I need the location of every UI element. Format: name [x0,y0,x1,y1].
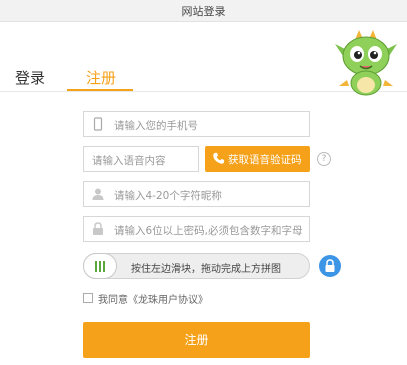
voice-code-field[interactable]: 请输入语音内容 [83,146,199,172]
nickname-field[interactable]: 请输入4-20个字符昵称 [83,181,310,207]
password-field[interactable]: 请输入6位以上密码,必须包含数字和字母 [83,216,310,242]
slider-captcha: 按住左边滑块，拖动完成上方拼图 [83,253,310,279]
lock-icon [93,222,103,235]
window-titlebar: 网站登录 [0,0,407,22]
slider-handle[interactable] [83,253,117,279]
slider-instruction: 按住左边滑块，拖动完成上方拼图 [131,264,281,275]
dragon-mascot-icon [335,30,397,96]
tab-register[interactable]: 注册 [86,67,116,88]
question-icon[interactable]: ? [317,152,331,166]
phone-field[interactable]: 请输入您的手机号 [83,111,310,137]
get-voice-code-button[interactable]: 获取语音验证码 [205,146,310,172]
agreement-text[interactable]: 我同意《龙珠用户协议》 [98,291,208,306]
register-button[interactable]: 注册 [83,322,310,358]
phone-icon [213,152,225,164]
tab-login[interactable]: 登录 [15,67,45,88]
window-title: 网站登录 [181,5,226,18]
lock-badge-icon[interactable] [319,255,341,277]
phone-outline-icon [93,117,103,131]
nickname-placeholder: 请输入4-20个字符昵称 [114,190,222,202]
password-placeholder: 请输入6位以上密码,必须包含数字和字母 [114,225,303,237]
user-icon [92,188,104,200]
slider-grip-icon [99,261,101,272]
slider-grip-icon [95,261,97,272]
agreement-checkbox[interactable] [83,293,93,303]
slider-grip-icon [103,261,105,272]
voice-code-placeholder: 请输入语音内容 [92,155,166,167]
get-voice-code-label: 获取语音验证码 [228,154,302,166]
phone-placeholder: 请输入您的手机号 [114,120,198,132]
